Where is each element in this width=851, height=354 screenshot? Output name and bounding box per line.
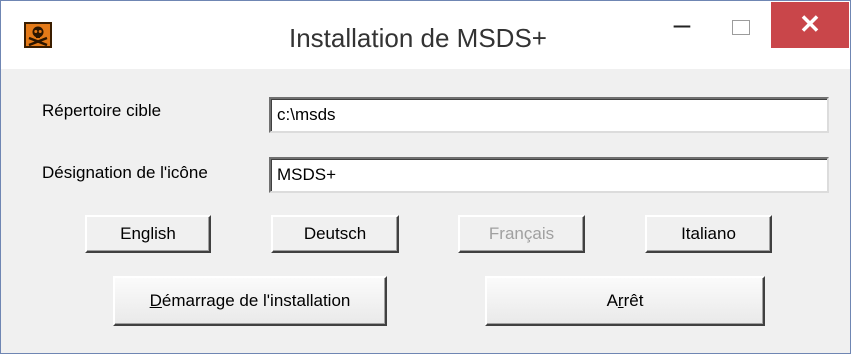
- deutsch-button[interactable]: Deutsch: [271, 215, 399, 253]
- minimize-button[interactable]: –: [654, 6, 710, 50]
- skull-crossbones-icon[interactable]: [24, 22, 52, 48]
- dialog-body: Répertoire cible c:\msds Désignation de …: [9, 71, 842, 346]
- window-title: Installation de MSDS+: [289, 23, 547, 53]
- maximize-button[interactable]: [712, 6, 768, 50]
- installer-window: Installation de MSDS+ – ✕ Répertoire cib…: [0, 0, 851, 354]
- stop-label-pre: A: [606, 291, 618, 310]
- italiano-button[interactable]: Italiano: [645, 215, 772, 253]
- stop-label-rest: rêt: [623, 291, 644, 310]
- start-installation-button[interactable]: Démarrage de l'installation: [113, 276, 387, 326]
- maximize-icon: [732, 20, 750, 35]
- target-dir-input[interactable]: c:\msds: [269, 97, 829, 133]
- english-button[interactable]: English: [85, 215, 211, 253]
- icon-name-label: Désignation de l'icône: [42, 163, 208, 182]
- stop-button[interactable]: Arrêt: [485, 276, 765, 326]
- title-bar[interactable]: Installation de MSDS+ – ✕: [1, 1, 850, 69]
- icon-name-input[interactable]: MSDS+: [269, 157, 829, 193]
- start-mnemonic: D: [149, 291, 162, 310]
- target-dir-label: Répertoire cible: [42, 101, 162, 120]
- start-label-rest: émarrage de l'installation: [161, 291, 351, 310]
- francais-button[interactable]: Français: [458, 215, 585, 253]
- close-button[interactable]: ✕: [771, 2, 849, 48]
